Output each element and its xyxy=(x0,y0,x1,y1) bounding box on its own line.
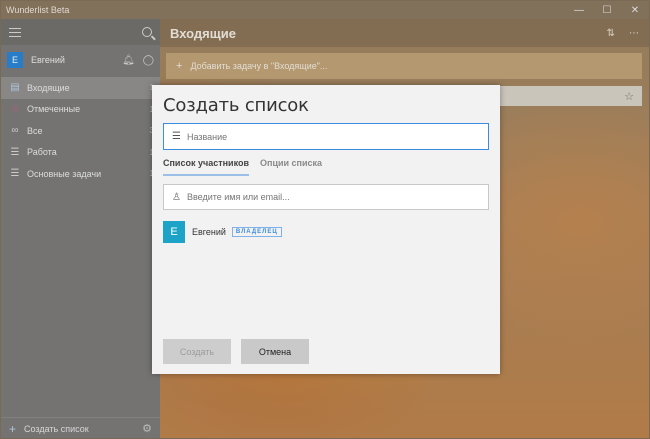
create-list-dialog: Создать список ☰ Список участников Опции… xyxy=(152,85,500,374)
tab-list-options[interactable]: Опции списка xyxy=(260,158,322,176)
app-window: Wunderlist Beta — ☐ ✕ E Евгений 🔔︎ ◯ ▤ В… xyxy=(0,0,650,439)
owner-badge: ВЛАДЕЛЕЦ xyxy=(231,227,282,237)
list-name-input[interactable] xyxy=(186,131,480,142)
tab-members[interactable]: Список участников xyxy=(163,158,250,176)
create-button[interactable]: Создать xyxy=(163,339,231,364)
invite-input[interactable] xyxy=(186,192,480,202)
dialog-tabs: Список участников Опции списка xyxy=(163,158,333,176)
dialog-title: Создать список xyxy=(163,95,309,116)
member-name: Евгений xyxy=(192,227,226,237)
list-icon: ☰ xyxy=(172,131,181,142)
avatar: E xyxy=(163,221,185,243)
list-name-field[interactable]: ☰ xyxy=(163,123,489,150)
add-person-icon: ♙ xyxy=(172,191,181,203)
cancel-button[interactable]: Отмена xyxy=(241,339,309,364)
invite-field[interactable]: ♙ xyxy=(163,184,489,210)
member-row: E Евгений ВЛАДЕЛЕЦ xyxy=(163,221,282,243)
